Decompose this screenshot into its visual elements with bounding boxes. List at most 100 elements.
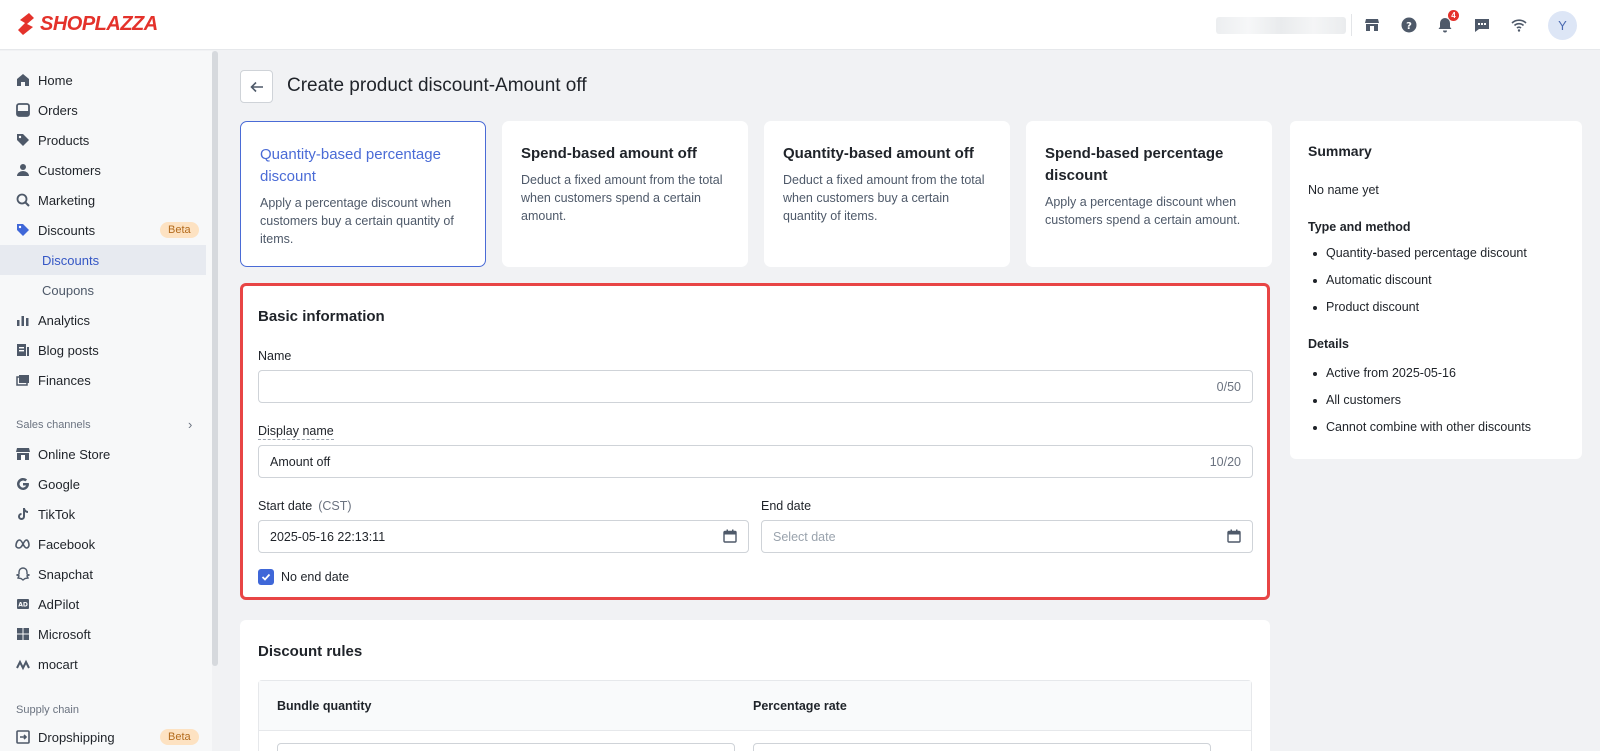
adpilot-icon: AD — [15, 596, 31, 612]
dropshipping-icon — [15, 729, 31, 745]
summary-details-item: Active from 2025-05-16 — [1313, 366, 1456, 380]
discount-rules-table: Bundle quantity Percentage rate — [258, 680, 1252, 751]
sidebar-item-label: Discounts — [42, 252, 100, 268]
sidebar-item-label: Microsoft — [38, 626, 91, 642]
start-date-value: 2025-05-16 22:13:11 — [270, 529, 386, 544]
end-date-placeholder: Select date — [773, 529, 836, 544]
chevron-right-icon[interactable]: › — [188, 417, 192, 432]
discount-type-card-spend-amount[interactable]: Spend-based amount off Deduct a fixed am… — [502, 121, 748, 267]
sidebar-item-customers[interactable]: Customers — [0, 155, 206, 185]
sidebar-item-google[interactable]: Google — [0, 469, 206, 499]
chat-icon[interactable] — [1472, 15, 1492, 35]
calendar-icon — [723, 529, 737, 543]
discount-icon — [15, 222, 31, 238]
sidebar-subitem-coupons[interactable]: Coupons — [0, 275, 206, 305]
end-date-input[interactable]: Select date — [761, 520, 1253, 553]
display-name-char-counter: 10/20 — [1209, 454, 1241, 469]
summary-details-heading: Details — [1308, 337, 1349, 351]
blog-icon — [15, 342, 31, 358]
sidebar-item-blog-posts[interactable]: Blog posts — [0, 335, 206, 365]
sidebar-item-label: Online Store — [38, 446, 111, 462]
sidebar-item-label: Facebook — [38, 536, 96, 552]
sidebar-item-label: Blog posts — [38, 342, 99, 358]
basic-information-title: Basic information — [258, 308, 385, 325]
sidebar-item-snapchat[interactable]: Snapchat — [0, 559, 206, 589]
start-date-timezone: (CST) — [318, 499, 352, 513]
shoplazza-logo[interactable]: SHOPLAZZA — [16, 12, 158, 36]
summary-title: Summary — [1308, 143, 1372, 159]
tiktok-icon — [15, 506, 31, 522]
sidebar-item-orders[interactable]: Orders — [0, 95, 206, 125]
display-name-input-value: Amount off — [270, 454, 331, 469]
start-date-label: Start date (CST) — [258, 499, 352, 513]
discount-type-title: Spend-based percentage discount — [1045, 145, 1224, 184]
display-name-label-text: Display name — [258, 424, 334, 440]
sidebar-scrollbar[interactable] — [212, 51, 218, 666]
sidebar-item-label: Customers — [38, 162, 101, 178]
percentage-rate-column: Percentage rate — [753, 699, 847, 713]
sidebar-item-discounts[interactable]: Discounts Beta — [0, 215, 206, 245]
back-button[interactable] — [240, 70, 273, 103]
sidebar-item-label: Google — [38, 476, 80, 492]
percentage-rate-input[interactable] — [753, 743, 1211, 751]
discount-type-desc: Deduct a fixed amount from the total whe… — [783, 173, 985, 223]
summary-panel: Summary No name yet Type and method Quan… — [1290, 121, 1582, 459]
discount-type-desc: Apply a percentage discount when custome… — [1045, 195, 1241, 227]
no-end-date-checkbox[interactable] — [258, 569, 274, 585]
summary-details-item: All customers — [1312, 393, 1402, 407]
finances-icon — [15, 372, 31, 388]
sidebar-item-label: Analytics — [38, 312, 91, 328]
discount-type-card-spend-percentage[interactable]: Spend-based percentage discount Apply a … — [1026, 121, 1272, 267]
topbar-divider — [1351, 14, 1352, 36]
no-end-date-label[interactable]: No end date — [281, 570, 349, 584]
summary-type-item: Product discount — [1312, 300, 1420, 314]
start-date-label-text: Start date — [258, 499, 313, 513]
sidebar-item-online-store[interactable]: Online Store — [0, 439, 206, 469]
name-char-counter: 0/50 — [1216, 379, 1241, 394]
summary-type-heading: Type and method — [1308, 220, 1411, 234]
discount-type-card-quantity-amount[interactable]: Quantity-based amount off Deduct a fixed… — [764, 121, 1010, 267]
check-icon — [261, 573, 271, 581]
help-icon[interactable]: ? — [1399, 15, 1419, 35]
sidebar-item-facebook[interactable]: Facebook — [0, 529, 206, 559]
discount-type-desc: Apply a percentage discount when custome… — [260, 196, 454, 246]
brand-name: SHOPLAZZA — [40, 12, 158, 35]
sidebar-item-tiktok[interactable]: TikTok — [0, 499, 206, 529]
sidebar-item-dropshipping[interactable]: Dropshipping Beta — [0, 722, 206, 751]
discount-type-desc: Deduct a fixed amount from the total whe… — [521, 173, 723, 223]
summary-name-text: No name yet — [1308, 183, 1379, 197]
store-name-blurred[interactable] — [1216, 17, 1346, 34]
arrow-left-icon — [249, 81, 263, 92]
sidebar-item-adpilot[interactable]: AD AdPilot — [0, 589, 206, 619]
sidebar-item-finances[interactable]: Finances — [0, 365, 206, 395]
bundle-quantity-input[interactable] — [277, 743, 735, 751]
wifi-icon[interactable] — [1509, 15, 1529, 35]
orders-icon — [15, 102, 31, 118]
display-name-label: Display name — [258, 424, 334, 440]
sidebar-item-microsoft[interactable]: Microsoft — [0, 619, 206, 649]
display-name-input[interactable]: Amount off 10/20 — [258, 445, 1253, 478]
sidebar-item-mocart[interactable]: mocart — [0, 649, 206, 679]
beta-badge: Beta — [160, 729, 199, 745]
tag-icon — [15, 132, 31, 148]
sidebar-item-home[interactable]: Home — [0, 65, 206, 95]
sidebar-item-label: Snapchat — [38, 566, 93, 582]
analytics-icon — [15, 312, 31, 328]
discount-rules-header-row: Bundle quantity Percentage rate — [259, 681, 1251, 731]
summary-type-item: Quantity-based percentage discount — [1313, 246, 1527, 260]
sidebar-item-label: Orders — [38, 102, 78, 118]
start-date-input[interactable]: 2025-05-16 22:13:11 — [258, 520, 749, 553]
store-icon — [15, 446, 31, 462]
sidebar-item-analytics[interactable]: Analytics — [0, 305, 206, 335]
avatar[interactable]: Y — [1548, 11, 1577, 40]
bell-icon[interactable]: 4 — [1435, 10, 1459, 35]
notification-badge: 4 — [1448, 10, 1459, 21]
store-icon[interactable] — [1362, 15, 1382, 35]
name-input[interactable]: 0/50 — [258, 370, 1253, 403]
sidebar-item-marketing[interactable]: Marketing — [0, 185, 206, 215]
sidebar-item-products[interactable]: Products — [0, 125, 206, 155]
sidebar-item-label: AdPilot — [38, 596, 80, 612]
discount-type-card-quantity-percentage[interactable]: Quantity-based percentage discount Apply… — [240, 121, 486, 267]
sidebar-subitem-discounts[interactable]: Discounts — [0, 245, 206, 275]
beta-badge: Beta — [160, 222, 199, 238]
